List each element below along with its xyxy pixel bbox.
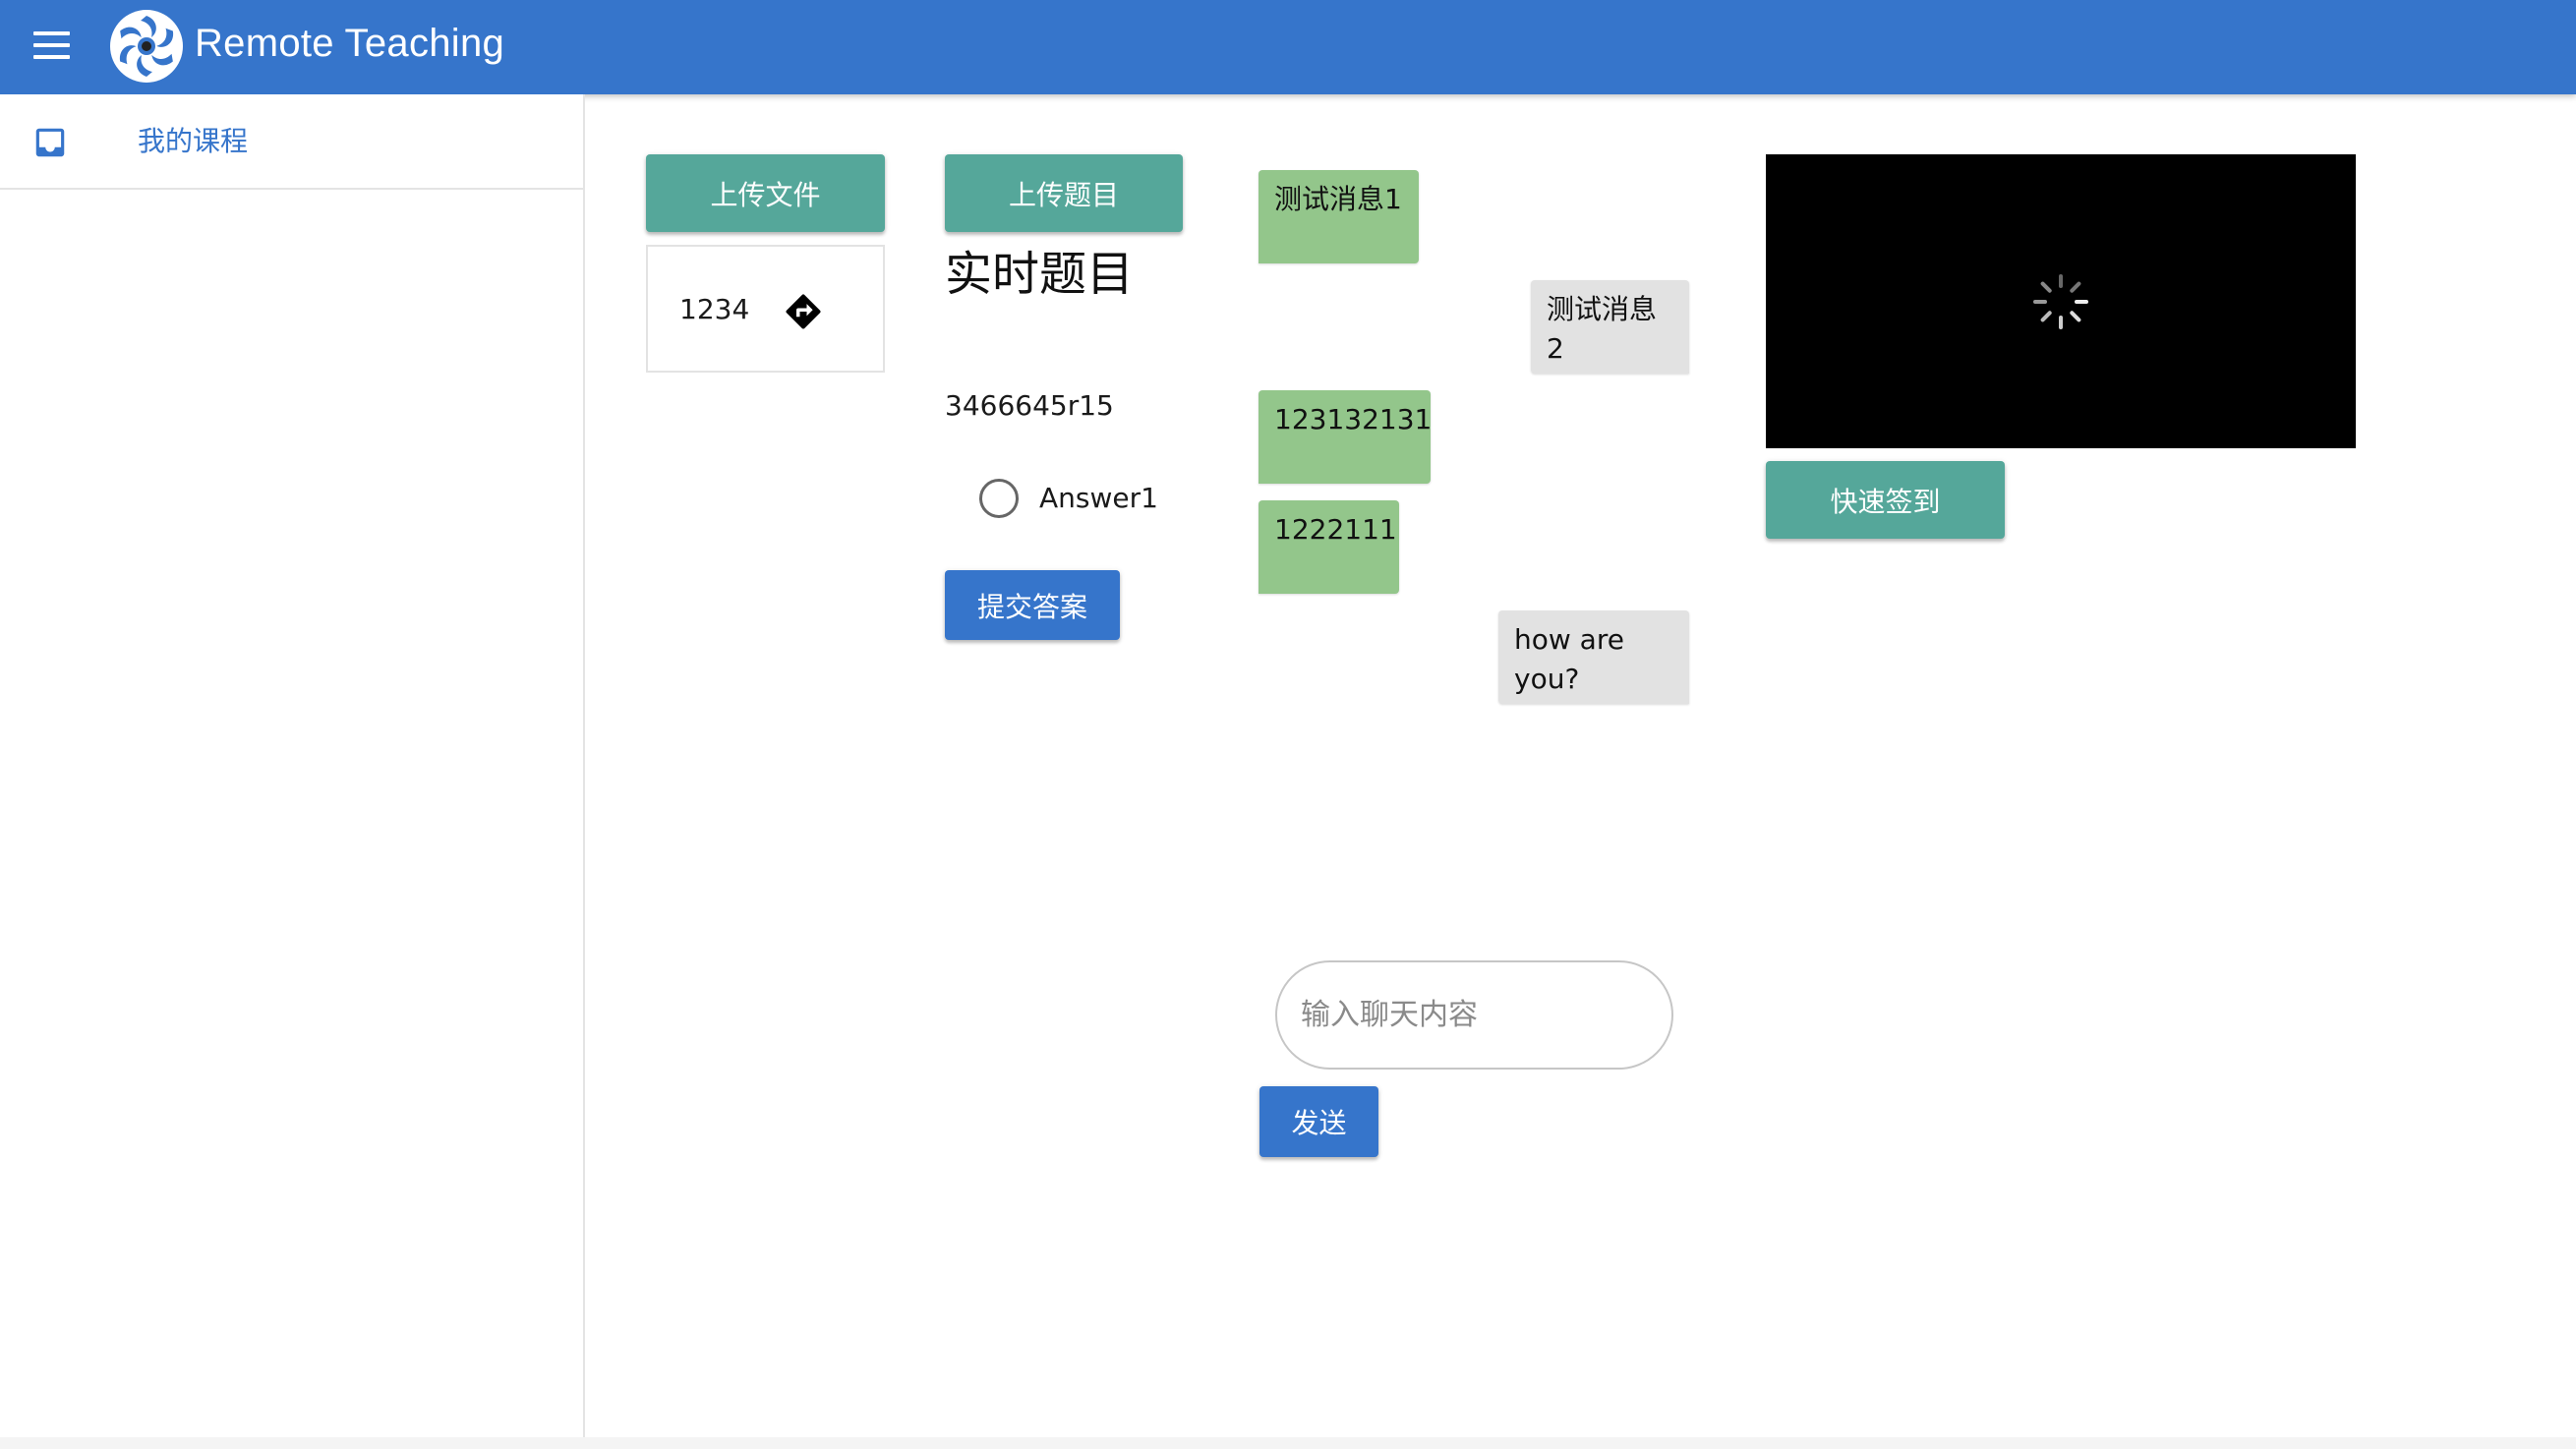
file-item[interactable]: 1234 xyxy=(646,245,885,373)
app-header: Remote Teaching xyxy=(0,0,2576,94)
chat-input[interactable] xyxy=(1275,960,1673,1070)
submit-answer-button[interactable]: 提交答案 xyxy=(945,570,1120,640)
sidebar: 我的课程 xyxy=(0,94,585,1449)
answer-option-label[interactable]: Answer1 xyxy=(1039,479,1158,518)
question-title: 实时题目 xyxy=(945,247,1135,302)
answer-radio[interactable] xyxy=(979,479,1019,518)
chat-message-sent: 测试消息1 xyxy=(1259,170,1419,263)
app-logo-icon xyxy=(110,10,183,83)
upload-file-button[interactable]: 上传文件 xyxy=(646,154,885,232)
directions-icon[interactable] xyxy=(783,291,824,332)
chat-message-received: how are you? xyxy=(1498,610,1689,704)
upload-question-button[interactable]: 上传题目 xyxy=(945,154,1183,232)
file-name: 1234 xyxy=(679,293,750,325)
quick-checkin-button[interactable]: 快速签到 xyxy=(1766,461,2005,539)
send-button[interactable]: 发送 xyxy=(1259,1086,1378,1157)
sidebar-item-my-courses[interactable]: 我的课程 xyxy=(0,94,583,190)
video-player[interactable] xyxy=(1766,154,2356,448)
app-title: Remote Teaching xyxy=(195,22,505,65)
question-text: 3466645r15 xyxy=(945,389,1114,422)
chat-message-received: 测试消息2 xyxy=(1531,280,1689,374)
chat-message-sent: 1222111 xyxy=(1259,500,1399,594)
menu-icon[interactable] xyxy=(29,29,75,65)
inbox-icon xyxy=(35,128,65,157)
bottom-strip xyxy=(0,1437,2576,1449)
loading-spinner-icon xyxy=(2033,274,2088,329)
chat-message-sent: 123132131 xyxy=(1259,390,1432,484)
sidebar-item-label: 我的课程 xyxy=(138,125,249,157)
